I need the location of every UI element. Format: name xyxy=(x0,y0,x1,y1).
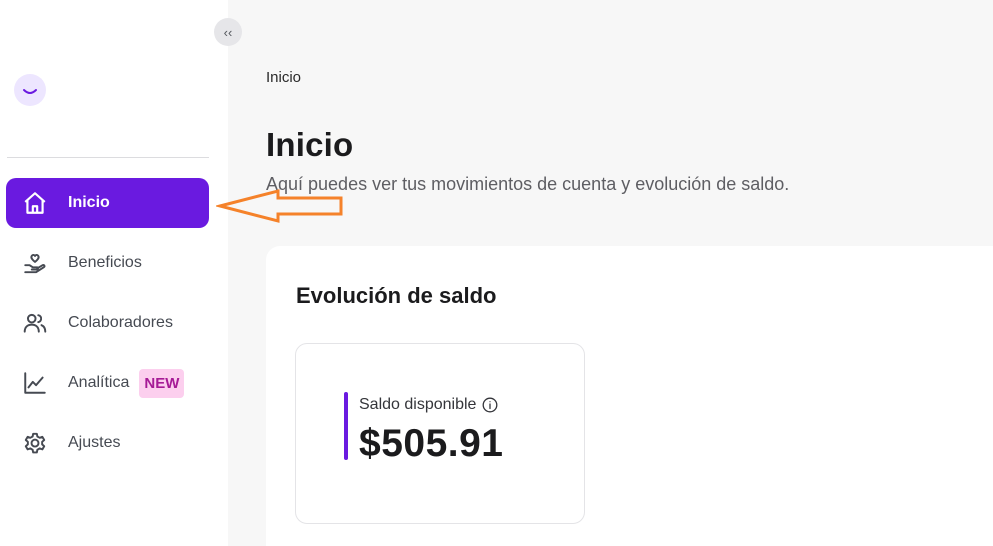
sidebar: Inicio Beneficios Colaboradores Analític… xyxy=(0,0,228,546)
home-icon xyxy=(22,190,48,216)
gear-icon xyxy=(22,430,48,456)
sidebar-item-label: Colaboradores xyxy=(68,314,173,331)
sidebar-item-label: Analítica xyxy=(68,374,130,391)
sidebar-item-ajustes[interactable]: Ajustes xyxy=(6,418,209,468)
sidebar-item-colaboradores[interactable]: Colaboradores xyxy=(6,298,209,348)
sidebar-item-inicio[interactable]: Inicio xyxy=(6,178,209,228)
logo-icon[interactable] xyxy=(14,74,46,106)
available-balance-card: Saldo disponible $505.91 xyxy=(295,343,585,524)
available-balance-label: Saldo disponible xyxy=(359,396,477,413)
sidebar-item-label: Beneficios xyxy=(68,254,142,271)
balance-evolution-card: Evolución de saldo Saldo disponible $505… xyxy=(266,246,993,546)
page-title: Inicio xyxy=(266,126,354,163)
available-balance-label-row: Saldo disponible xyxy=(359,396,498,414)
hand-heart-icon xyxy=(22,250,48,276)
sidebar-divider xyxy=(7,157,209,158)
new-badge: NEW xyxy=(139,368,185,398)
collapse-sidebar-button[interactable]: ‹‹ xyxy=(214,18,242,46)
info-icon[interactable] xyxy=(482,397,498,413)
annotation-arrow-icon xyxy=(216,189,343,223)
balance-evolution-title: Evolución de saldo xyxy=(296,283,497,308)
balance-accent-bar xyxy=(344,392,348,460)
users-icon xyxy=(22,310,48,336)
chart-line-icon xyxy=(22,370,48,396)
sidebar-item-beneficios[interactable]: Beneficios xyxy=(6,238,209,288)
sidebar-item-analitica[interactable]: Analítica NEW xyxy=(6,358,209,408)
available-balance-amount: $505.91 xyxy=(359,422,504,465)
sidebar-item-label: Ajustes xyxy=(68,434,121,451)
breadcrumb[interactable]: Inicio xyxy=(266,69,301,86)
sidebar-item-label: Inicio xyxy=(68,194,110,211)
